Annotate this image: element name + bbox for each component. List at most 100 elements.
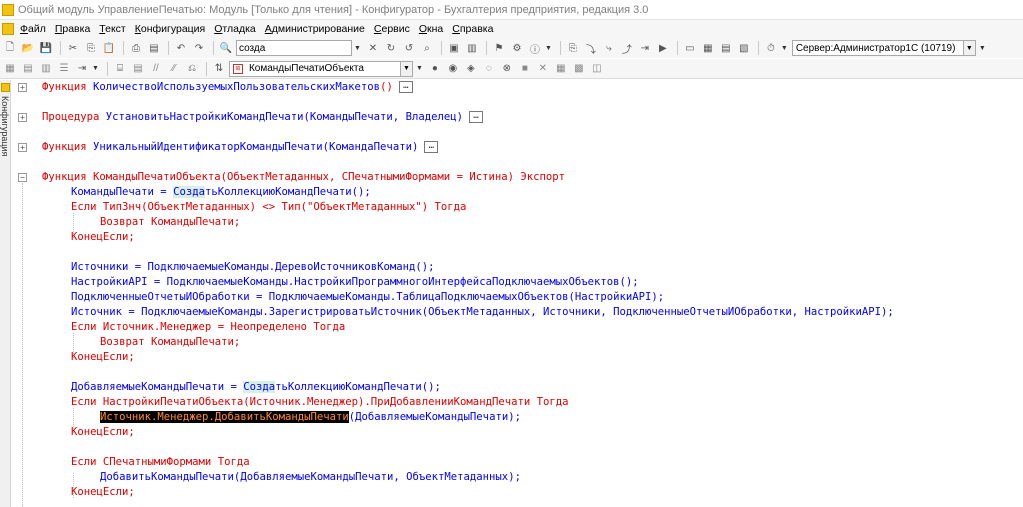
menu-help[interactable]: Справка xyxy=(452,23,493,35)
debug-goto-icon[interactable]: ⇥ xyxy=(637,40,653,56)
menu-debug[interactable]: Отладка xyxy=(214,23,256,35)
procedure-select[interactable]: ⊞ КомандыПечатиОбъекта xyxy=(228,60,401,77)
procedure-more-icon[interactable]: ▼ xyxy=(416,65,423,72)
breakpoint-remove-icon[interactable]: ⊗ xyxy=(499,61,515,77)
window-icon[interactable]: ▭ xyxy=(682,40,698,56)
save-icon[interactable]: 💾 xyxy=(38,40,54,56)
debug-step-out-icon[interactable]: ⤴ xyxy=(619,40,635,56)
server-dropdown-icon[interactable]: ▼ xyxy=(963,40,976,56)
print-icon[interactable]: ⎙ xyxy=(128,40,144,56)
toolbar-separator xyxy=(440,41,442,55)
stop-icon[interactable]: ■ xyxy=(517,61,533,77)
title-bar: Общий модуль УправлениеПечатью: Модуль [… xyxy=(0,0,1023,20)
code-line: ДобавитьКомандыПечати(ДобавляемыеКоманды… xyxy=(100,471,521,483)
info-dropdown-icon[interactable]: ▼ xyxy=(545,45,552,52)
code-line: Если НастройкиПечатиОбъекта(Источник.Мен… xyxy=(71,396,569,408)
redo-icon[interactable]: ↷ xyxy=(191,40,207,56)
info-icon[interactable]: ⓘ xyxy=(527,40,543,56)
menu-windows[interactable]: Окна xyxy=(419,23,443,35)
cross-icon[interactable]: ✕ xyxy=(535,61,551,77)
object-icon[interactable]: ▥ xyxy=(464,40,480,56)
layout-icon[interactable]: ▧ xyxy=(736,40,752,56)
search-icon[interactable]: 🔍 xyxy=(218,40,234,56)
panel-icon[interactable]: ▤ xyxy=(718,40,734,56)
clear-search-icon[interactable]: ✕ xyxy=(365,40,381,56)
menu-text[interactable]: Текст xyxy=(99,23,125,35)
menu-configuration[interactable]: Конфигурация xyxy=(135,23,205,35)
table-icon[interactable]: ▥ xyxy=(38,61,54,77)
collapsed-block-button[interactable]: … xyxy=(468,111,483,123)
open-file-icon[interactable]: 📂 xyxy=(20,40,36,56)
configuration-side-tab[interactable]: Конфигурация xyxy=(0,80,11,507)
breakpoint-list-icon[interactable]: ◉ xyxy=(445,61,461,77)
clock-dropdown-icon[interactable]: ▼ xyxy=(781,45,788,52)
configuration-tab-icon xyxy=(1,83,10,92)
search-input-box[interactable] xyxy=(236,40,352,56)
windows-list-icon[interactable]: ▦ xyxy=(700,40,716,56)
block-icon[interactable]: ⌸ xyxy=(112,61,128,77)
code-line: Источники = ПодключаемыеКоманды.ДеревоИс… xyxy=(71,261,435,273)
code-editor[interactable]: + + + − Функция КоличествоИспользуемыхПо… xyxy=(11,80,1023,507)
code-line: КонецЕсли; xyxy=(71,351,135,363)
configuration-tab-label: Конфигурация xyxy=(0,96,10,157)
fold-toggle[interactable]: + xyxy=(18,83,27,92)
find-next-icon[interactable]: ↻ xyxy=(383,40,399,56)
open-config-icon[interactable]: ▣ xyxy=(446,40,462,56)
form-icon[interactable]: ▤ xyxy=(20,61,36,77)
stack-icon[interactable]: ▩ xyxy=(571,61,587,77)
preview-icon[interactable]: ▤ xyxy=(146,40,162,56)
comment-icon[interactable]: // xyxy=(148,61,164,77)
watch-icon[interactable]: ◫ xyxy=(589,61,605,77)
breakpoint-icon[interactable]: ● xyxy=(427,61,443,77)
toolbar-separator xyxy=(757,41,759,55)
list-icon[interactable]: ☰ xyxy=(56,61,72,77)
fold-toggle[interactable]: + xyxy=(18,143,27,152)
indent-dropdown-icon[interactable]: ▼ xyxy=(92,65,99,72)
server-select[interactable]: Сервер:Администратор1С (10719) xyxy=(791,40,964,56)
breakpoint-disable-icon[interactable]: ◌ xyxy=(481,61,497,77)
undo-icon[interactable]: ↶ xyxy=(173,40,189,56)
menu-service[interactable]: Сервис xyxy=(374,23,410,35)
debug-run-icon[interactable]: ▶ xyxy=(655,40,671,56)
cut-icon[interactable]: ✂ xyxy=(65,40,81,56)
paste-icon[interactable]: 📋 xyxy=(101,40,117,56)
find-prev-icon[interactable]: ↺ xyxy=(401,40,417,56)
menu-edit[interactable]: Правка xyxy=(55,23,90,35)
code-text[interactable]: Функция КоличествоИспользуемыхПользовате… xyxy=(42,80,1017,507)
module-icon[interactable]: ▦ xyxy=(2,61,18,77)
menu-administration[interactable]: Администрирование xyxy=(265,23,365,35)
config-menu-icon[interactable] xyxy=(2,23,14,35)
toolbar-separator xyxy=(168,41,169,55)
breakpoint-condition-icon[interactable]: ◈ xyxy=(463,61,479,77)
search-input[interactable] xyxy=(239,42,351,54)
toolbar-separator xyxy=(485,41,487,55)
wrap-icon[interactable]: ⎌ xyxy=(184,61,200,77)
menu-file[interactable]: Файл xyxy=(20,23,46,35)
syntax-helper-icon[interactable]: ⚙ xyxy=(509,40,525,56)
code-line: Если Источник.Менеджер = Неопределено То… xyxy=(71,321,346,333)
collapsed-block-button[interactable]: … xyxy=(398,81,413,93)
indent-icon[interactable]: ⇥ xyxy=(74,61,90,77)
toolbar-separator xyxy=(213,41,214,55)
debug-step-into-icon[interactable]: ⤵ xyxy=(583,40,599,56)
collapsed-block-button[interactable]: … xyxy=(424,141,439,153)
search-history-dropdown-icon[interactable]: ▼ xyxy=(354,45,361,52)
find-all-icon[interactable]: ⌕ xyxy=(419,40,435,56)
procedures-list-icon[interactable]: ⇅ xyxy=(211,61,227,77)
uncomment-icon[interactable]: ⁄⁄ xyxy=(166,61,182,77)
code-line: Процедура УстановитьНастройкиКомандПечат… xyxy=(42,110,483,125)
assistant-icon[interactable]: ⚑ xyxy=(491,40,507,56)
code-line: НастройкиAPI = ПодключаемыеКоманды.Настр… xyxy=(71,276,639,288)
format-icon[interactable]: ▤ xyxy=(130,61,146,77)
debug-step-over-icon[interactable]: ⤷ xyxy=(601,40,617,56)
toolbar-more-icon[interactable]: ▼ xyxy=(979,45,986,52)
fold-toggle[interactable]: + xyxy=(18,113,27,122)
fold-toggle[interactable]: − xyxy=(18,173,27,182)
copy-icon[interactable]: ⎘ xyxy=(83,40,99,56)
toolbar-separator xyxy=(60,41,61,55)
grid-icon[interactable]: ▦ xyxy=(553,61,569,77)
debug-start-icon[interactable]: ⎘ xyxy=(565,40,581,56)
clock-icon[interactable]: ⏱ xyxy=(763,40,779,56)
new-file-icon[interactable]: 🗋 xyxy=(2,40,18,56)
procedure-dropdown-icon[interactable]: ▼ xyxy=(400,60,413,77)
